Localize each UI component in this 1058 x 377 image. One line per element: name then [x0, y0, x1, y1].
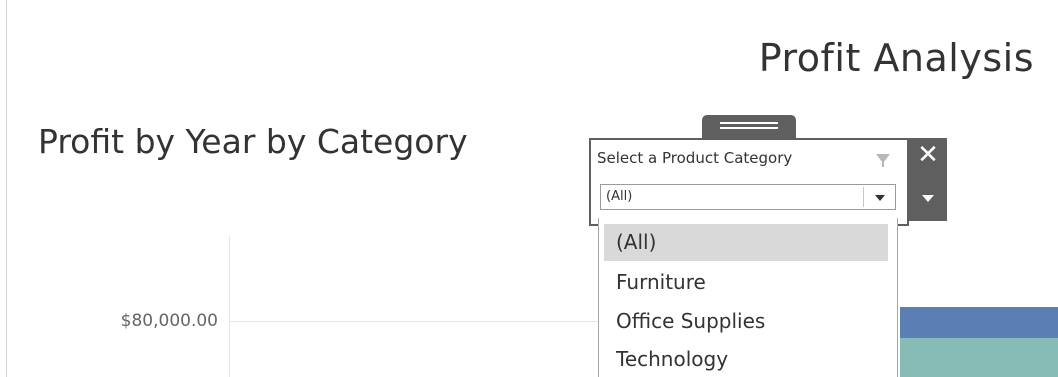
filter-title: Select a Product Category [597, 149, 793, 167]
category-dropdown-list: (All) Furniture Office Supplies Technolo… [598, 218, 898, 377]
grip-line [720, 127, 778, 129]
funnel-icon-stem [882, 162, 884, 167]
more-options-icon[interactable] [922, 195, 934, 202]
chevron-down-icon[interactable] [875, 195, 885, 201]
sheet-title: Profit by Year by Category [38, 122, 468, 161]
y-axis-tick-label: $80,000.00 [120, 311, 218, 331]
filter-card-controls: ✕ [909, 138, 947, 221]
dropdown-option-office-supplies[interactable]: Office Supplies [604, 303, 888, 340]
left-divider [6, 0, 7, 377]
gridline-80000 [229, 321, 629, 322]
profit-bar-blue[interactable] [900, 307, 1058, 338]
select-separator [863, 187, 864, 207]
filter-card: Select a Product Category (All) [589, 138, 909, 226]
y-axis-line [229, 236, 230, 377]
select-current-value: (All) [606, 189, 633, 204]
filter-drag-handle[interactable] [702, 115, 796, 140]
dropdown-option-all[interactable]: (All) [604, 224, 888, 261]
grip-line [720, 122, 778, 124]
dropdown-option-furniture[interactable]: Furniture [604, 264, 888, 301]
category-select[interactable]: (All) [600, 184, 896, 210]
profit-bar-teal[interactable] [900, 338, 1058, 377]
dashboard-title: Profit Analysis [758, 36, 1034, 80]
close-icon[interactable]: ✕ [915, 142, 941, 168]
dropdown-option-technology[interactable]: Technology [604, 341, 888, 377]
